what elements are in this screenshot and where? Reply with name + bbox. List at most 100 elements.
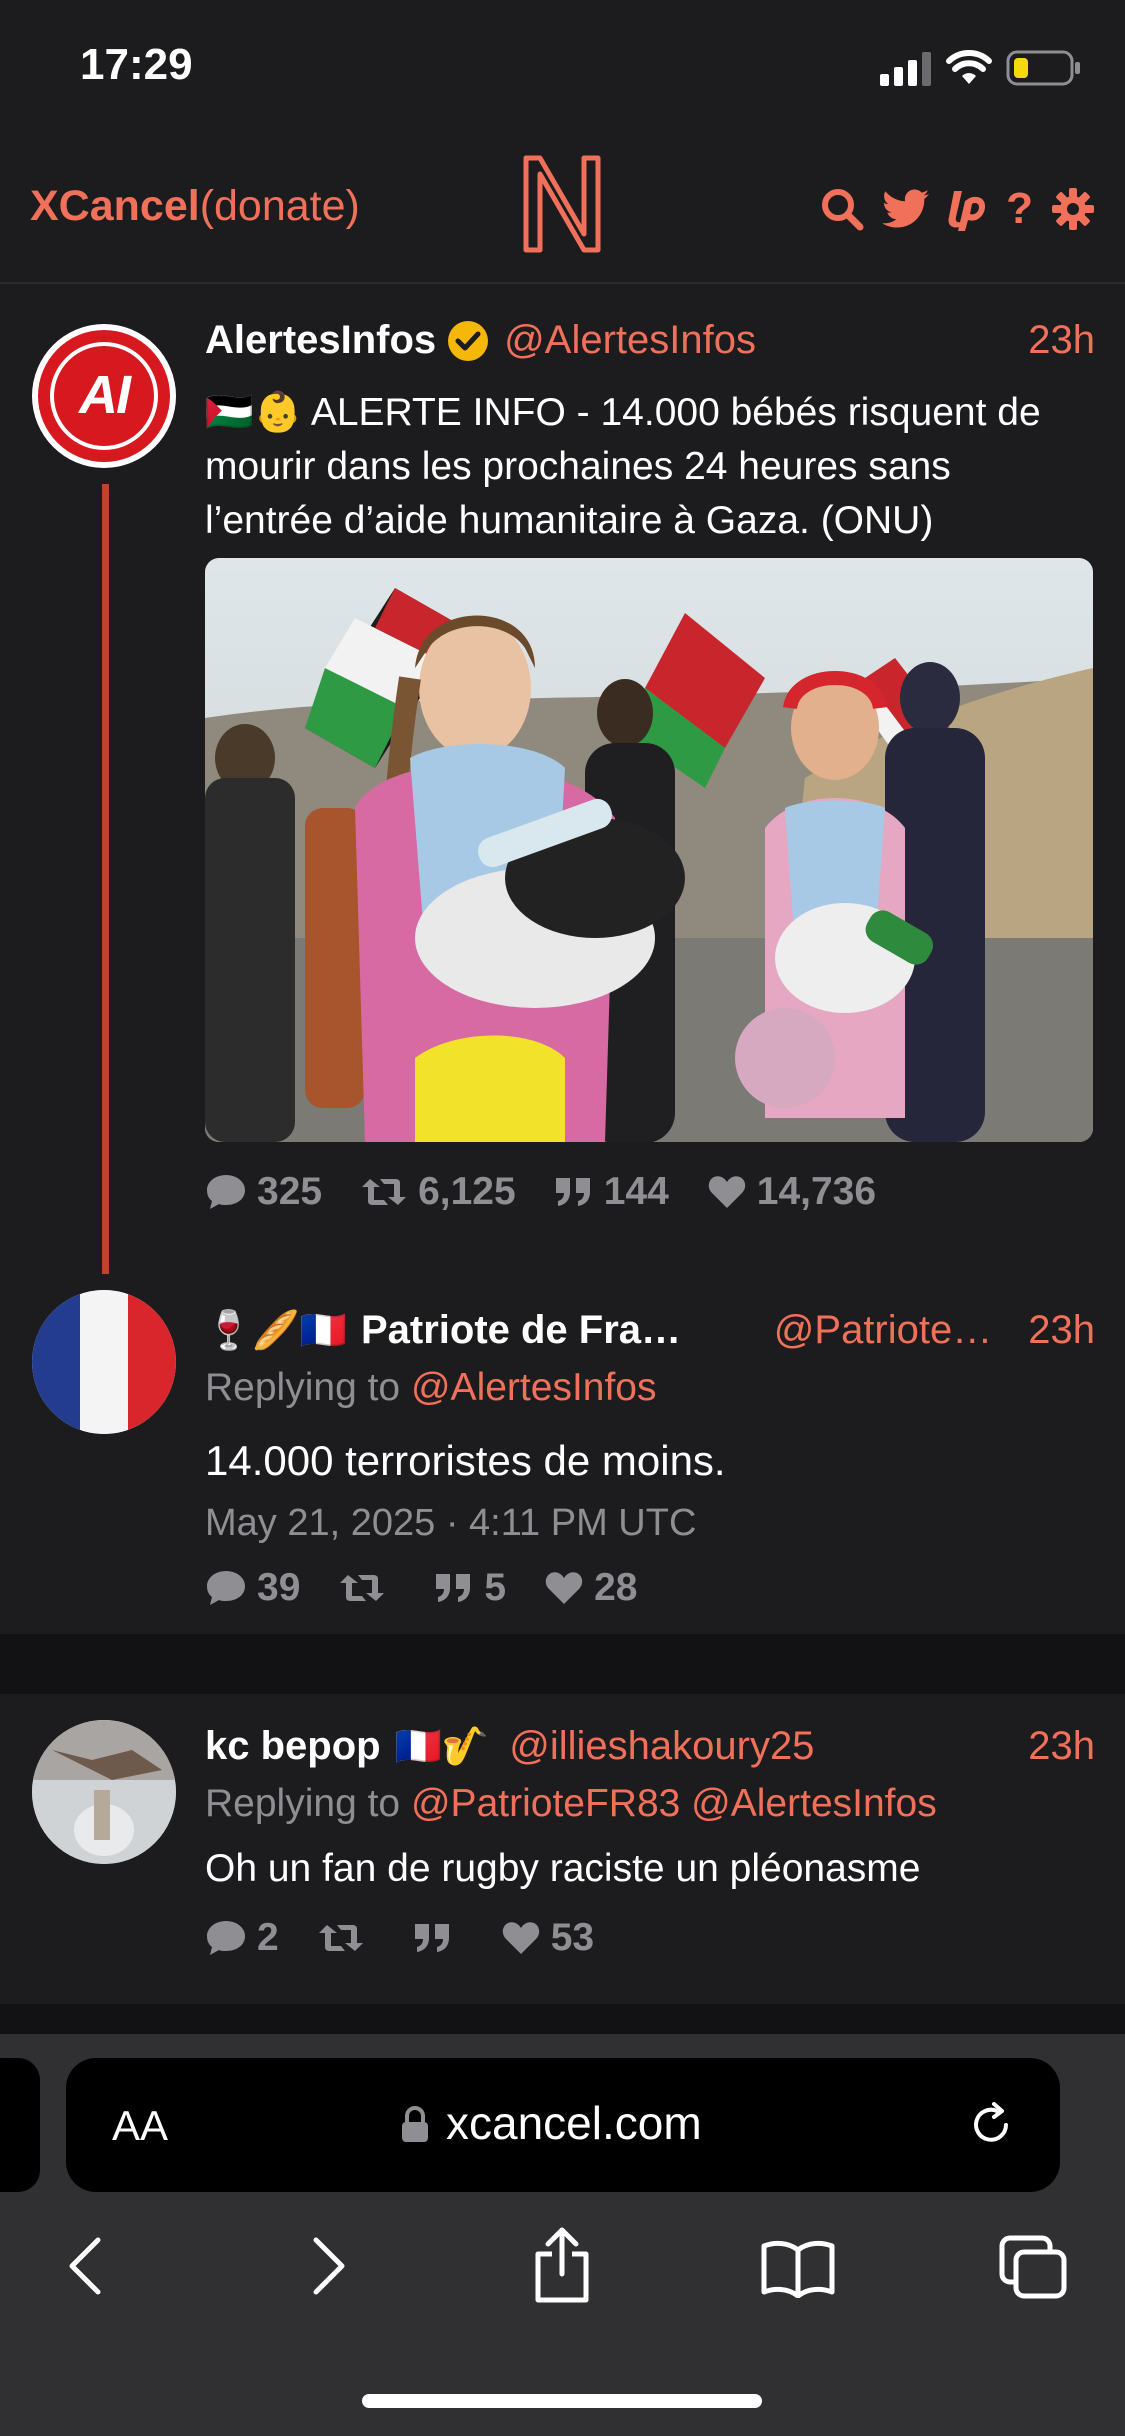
like-stat[interactable]: 53 [501,1916,594,1960]
tweet-photo[interactable] [205,558,1093,1142]
tweet-reply[interactable]: 🍷🥖🇫🇷 Patriote de Fra… @Patriote… 23h Rep… [0,1284,1125,1634]
replying-prefix: Replying to [205,1366,401,1409]
site-header: XCancel(donate) ? [0,140,1125,284]
like-stat[interactable]: 14,736 [707,1170,876,1214]
like-count: 14,736 [756,1170,877,1213]
thread-line [102,484,109,1274]
replying-prefix: Replying to [205,1782,401,1825]
tweet-stats: 39 5 28 [205,1566,675,1610]
tweet-author-name[interactable]: Patriote de Fra… [361,1308,681,1353]
avatar[interactable] [32,1290,176,1434]
tabs-icon[interactable] [998,2234,1070,2302]
retweet-stat[interactable] [317,1921,375,1955]
tweet-body: ALERTE INFO - 14.000 bébés risquent de m… [205,391,1041,542]
reply-count: 39 [257,1566,301,1609]
replying-to-link[interactable]: @PatrioteFR83 @AlertesInfos [411,1782,937,1825]
reply-stat[interactable]: 325 [205,1170,322,1214]
reply-stat[interactable]: 2 [205,1916,279,1960]
tweet-image[interactable] [205,558,1093,1142]
tweet-emojis: 🇵🇸👶 [205,390,303,435]
like-count: 28 [594,1566,638,1609]
tweet-stats: 325 6,125 144 14,736 [205,1170,914,1214]
heart-icon [502,1922,539,1954]
replying-to: Replying to @PatrioteFR83 @AlertesInfos [205,1782,937,1826]
feed-bottom-divider [0,2004,1125,2034]
tweet-date[interactable]: May 21, 2025 · 4:11 PM UTC [205,1502,696,1545]
tweet-author-handle[interactable]: @Patriote… [774,1308,992,1353]
reply-count: 2 [257,1916,279,1959]
like-stat[interactable]: 28 [544,1566,637,1610]
like-count: 53 [550,1916,595,1959]
liberapay-icon[interactable] [948,187,988,231]
tweet-author-name[interactable]: kc bepop [205,1724,381,1769]
comment-icon [207,1571,245,1605]
tweet-text: Oh un fan de rugby raciste un pléonasme [205,1847,921,1890]
retweet-count: 6,125 [418,1170,516,1213]
quote-icon [555,1178,590,1206]
quote-count: 5 [484,1566,507,1609]
tweet-stats: 2 53 [205,1916,632,1960]
heart-icon [545,1572,583,1604]
signal-icon [880,52,931,86]
comment-icon [207,1175,245,1209]
settings-gear-icon[interactable] [1051,187,1095,231]
avatar[interactable] [32,1720,176,1864]
twitter-bird-icon[interactable] [882,189,930,229]
tweet-author-name[interactable]: AlertesInfos [205,318,436,363]
heart-icon [708,1176,745,1208]
search-icon[interactable] [820,187,864,231]
reload-icon[interactable] [966,2100,1016,2150]
quote-count: 144 [603,1170,669,1213]
brand-name[interactable]: XCancel [30,182,200,230]
address-bar[interactable]: AA xcancel.com [66,2058,1060,2192]
replying-to: Replying to @AlertesInfos [205,1366,657,1410]
retweet-stat[interactable]: 6,125 [360,1170,516,1214]
avatar-logo-text: AI [79,365,131,425]
comment-icon [207,1921,245,1955]
text-size-button[interactable]: AA [112,2102,168,2150]
verified-badge-icon [448,320,489,361]
donate-link[interactable]: (donate) [200,182,360,230]
retweet-icon [340,1575,385,1601]
quote-stat[interactable]: 144 [554,1170,669,1214]
tweet-author-handle[interactable]: @illieshakoury25 [509,1724,814,1769]
wifi-icon [946,50,992,84]
quote-icon [436,1574,471,1602]
home-indicator[interactable] [362,2394,762,2408]
reply-stat[interactable]: 39 [205,1566,300,1610]
browser-toolbar: AA xcancel.com [0,2034,1125,2436]
tweet-author-handle[interactable]: @AlertesInfos [504,318,756,363]
thread-separator [0,1634,1125,1694]
status-bar: 17:29 [0,0,1125,140]
tweet-feed: AI AlertesInfos @AlertesInfos 23h 🇵🇸👶 AL… [0,284,1125,2034]
name-emojis: 🍷🥖🇫🇷 [205,1308,347,1352]
avatar[interactable]: AI [32,324,176,468]
battery-icon [1006,50,1080,86]
retweet-icon [318,1925,363,1951]
tweet-text: 🇵🇸👶 ALERTE INFO - 14.000 bébés risquent … [205,386,1085,548]
nitter-logo-icon[interactable] [520,150,604,258]
back-icon[interactable] [64,2234,108,2298]
retweet-stat[interactable] [338,1571,396,1605]
share-icon[interactable] [530,2224,594,2304]
quote-stat[interactable]: 5 [434,1566,506,1610]
tweet-reply[interactable]: kc bepop 🇫🇷🎷 @illieshakoury25 23h Replyi… [0,1694,1125,2004]
replying-to-link[interactable]: @AlertesInfos [411,1366,657,1409]
lock-icon [402,2106,428,2142]
bookmarks-icon[interactable] [760,2238,836,2298]
url-text[interactable]: xcancel.com [446,2096,702,2150]
name-emojis: 🇫🇷🎷 [394,1724,490,1768]
quote-icon [414,1924,449,1952]
forward-icon[interactable] [306,2234,350,2298]
retweet-icon [362,1179,407,1205]
tweet-time[interactable]: 23h [1028,318,1095,363]
tweet-time[interactable]: 23h [1028,1308,1095,1353]
tweet-time[interactable]: 23h [1028,1724,1095,1769]
quote-stat[interactable] [413,1922,463,1954]
status-time: 17:29 [80,40,193,89]
brand-link[interactable]: XCancel(donate) [30,182,360,231]
previous-tab-preview[interactable] [0,2058,40,2192]
tweet-text: 14.000 terroristes de moins. [205,1437,726,1484]
reply-count: 325 [257,1170,323,1213]
help-icon[interactable]: ? [1006,184,1033,234]
